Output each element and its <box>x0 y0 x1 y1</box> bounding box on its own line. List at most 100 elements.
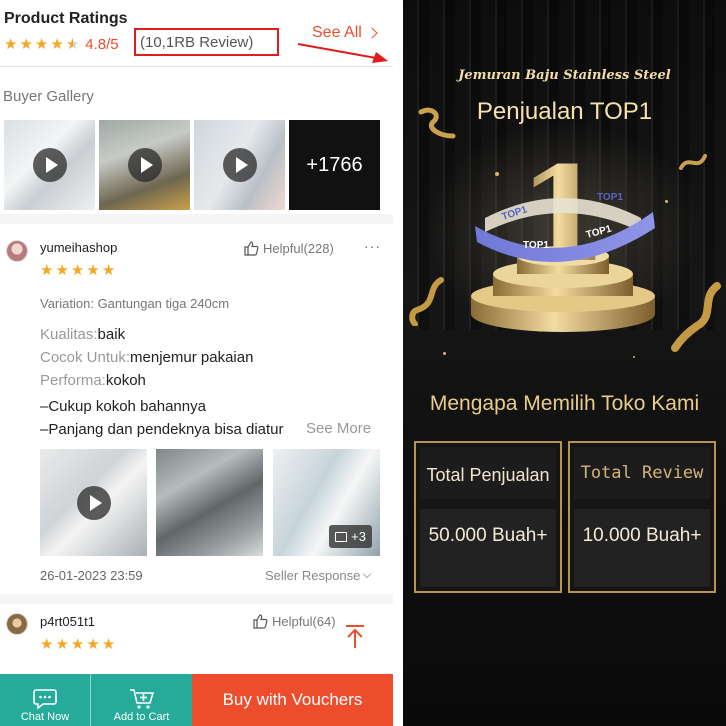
buy-with-vouchers-button[interactable]: Buy with Vouchers <box>192 674 393 726</box>
stat-value: 50.000 Buah+ <box>428 525 548 546</box>
more-photos-count: +3 <box>351 529 366 544</box>
divider <box>0 66 393 67</box>
image-icon <box>335 531 348 542</box>
chat-now-label: Chat Now <box>20 711 70 723</box>
attribute-value: baik <box>97 326 126 343</box>
review-date: 26-01-2023 23:59 <box>40 568 143 583</box>
promo-subtitle: Jemuran Baju Stainless Steel <box>458 68 671 83</box>
product-ratings-title: Product Ratings <box>4 10 128 27</box>
play-icon <box>127 148 162 182</box>
review-comment-line: –Cukup kokoh bahannya <box>40 398 206 415</box>
helpful-button[interactable]: Helpful(228) <box>243 240 334 256</box>
attribute-value: kokoh <box>105 372 146 389</box>
buy-with-vouchers-label: Buy with Vouchers <box>222 690 363 709</box>
avatar <box>6 240 28 262</box>
helpful-count: Helpful(64) <box>272 613 336 629</box>
reviewer-username: yumeihashop <box>40 240 118 255</box>
review-comment-line: –Panjang dan pendeknya bisa diatur <box>40 421 284 438</box>
review-photo-thumbnail[interactable] <box>156 449 263 556</box>
more-photos-badge: +3 <box>329 525 372 548</box>
stat-value: 10.000 Buah+ <box>582 525 702 546</box>
star-icon: ★ <box>40 262 54 279</box>
stat-box-total-sales: Total Penjualan 50.000 Buah+ <box>414 441 562 593</box>
star-icon: ★ <box>70 262 85 279</box>
seller-response-toggle[interactable]: Seller Response <box>265 568 372 583</box>
sparkle-decoration <box>443 352 446 355</box>
gold-ribbon-decoration <box>418 107 456 139</box>
see-more-link[interactable]: See More <box>298 420 372 437</box>
chevron-down-icon <box>363 569 372 578</box>
add-to-cart-label: Add to Cart <box>113 711 170 723</box>
gallery-thumbnail[interactable] <box>4 120 95 210</box>
thumbs-up-icon <box>244 241 259 256</box>
ribbon-label: TOP1 <box>523 240 549 251</box>
sparkle-decoration <box>633 356 635 358</box>
play-icon <box>222 148 257 182</box>
play-icon <box>32 148 67 182</box>
star-icon: ★ <box>19 35 33 53</box>
gold-ribbon-decoration <box>671 282 721 352</box>
attribute-key: Performa: <box>40 372 106 389</box>
star-icon: ★ <box>101 262 116 279</box>
attribute-key: Cocok Untuk: <box>40 349 131 366</box>
star-icon: ★ <box>86 636 100 653</box>
review-attribute: Performa:kokoh <box>40 372 146 389</box>
review-stars: ★ ★ ★ ★ ★ <box>40 637 117 652</box>
stat-label: Total Review <box>580 463 704 483</box>
scroll-to-top-icon[interactable] <box>342 624 368 650</box>
star-icon: ★ <box>101 636 116 653</box>
seller-response-label: Seller Response <box>265 568 361 583</box>
star-icon: ★ <box>86 262 100 279</box>
gold-ribbon-decoration <box>679 154 707 170</box>
attribute-key: Kualitas: <box>40 326 98 343</box>
review-photo-thumbnail[interactable]: +3 <box>273 449 380 556</box>
stat-box-total-review: Total Review 10.000 Buah+ <box>568 441 716 593</box>
half-star-icon: ★ <box>65 35 80 53</box>
rating-summary: ★ ★ ★ ★ ★ 4.8/5 <box>4 33 119 55</box>
attribute-value: menjemur pakaian <box>130 349 254 366</box>
top1-trophy-icon: 1 TOP1 TOP1 TOP1 TOP1 <box>471 138 655 332</box>
product-ratings-panel: Product Ratings ★ ★ ★ ★ ★ 4.8/5 (10,1RB … <box>0 0 393 726</box>
avatar <box>6 613 28 635</box>
play-icon <box>76 485 111 520</box>
gallery-more-tile[interactable]: +1766 <box>289 120 380 210</box>
rating-score: 4.8/5 <box>85 35 119 53</box>
star-icon: ★ <box>55 262 69 279</box>
gold-ribbon-decoration <box>409 277 444 326</box>
chat-icon <box>33 689 57 710</box>
gallery-thumbnail[interactable] <box>99 120 190 210</box>
thumbs-up-icon <box>253 614 268 629</box>
helpful-count: Helpful(228) <box>263 240 334 256</box>
star-icon: ★ <box>40 636 54 653</box>
add-to-cart-button[interactable]: Add to Cart <box>90 674 192 726</box>
star-icon: ★ <box>4 35 18 53</box>
star-icon: ★ <box>55 636 69 653</box>
chevron-right-icon <box>366 27 378 39</box>
review-stars: ★ ★ ★ ★ ★ <box>40 263 117 278</box>
stat-label: Total Penjualan <box>426 465 550 485</box>
more-options-icon[interactable]: ··· <box>364 238 381 254</box>
gallery-thumbnail[interactable] <box>194 120 285 210</box>
star-icon: ★ <box>34 35 49 53</box>
ribbon-label: TOP1 <box>597 192 623 203</box>
bottom-action-bar: Chat Now Add to Cart Buy with Vouchers <box>0 674 393 726</box>
buyer-gallery-title: Buyer Gallery <box>3 88 94 105</box>
chat-now-button[interactable]: Chat Now <box>0 674 90 726</box>
promo-banner: Jemuran Baju Stainless Steel Penjualan T… <box>403 0 726 726</box>
annotation-arrow-icon <box>297 43 388 63</box>
section-separator <box>0 214 393 224</box>
review-video-thumbnail[interactable] <box>40 449 147 556</box>
review-variation: Variation: Gantungan tiga 240cm <box>40 296 230 311</box>
cart-icon <box>129 689 154 709</box>
star-icon: ★ <box>70 636 85 653</box>
review-attribute: Cocok Untuk:menjemur pakaian <box>40 349 253 366</box>
section-separator <box>0 594 393 604</box>
helpful-button[interactable]: Helpful(64) <box>252 613 336 629</box>
sparkle-decoration <box>665 200 668 203</box>
reviewer-username: p4rt051t1 <box>40 614 95 629</box>
star-icon: ★ <box>50 35 64 53</box>
why-choose-us-heading: Mengapa Memilih Toko Kami <box>429 392 700 415</box>
gallery-more-count: +1766 <box>306 153 363 176</box>
review-attribute: Kualitas:baik <box>40 326 125 343</box>
review-count: (10,1RB Review) <box>140 34 254 51</box>
